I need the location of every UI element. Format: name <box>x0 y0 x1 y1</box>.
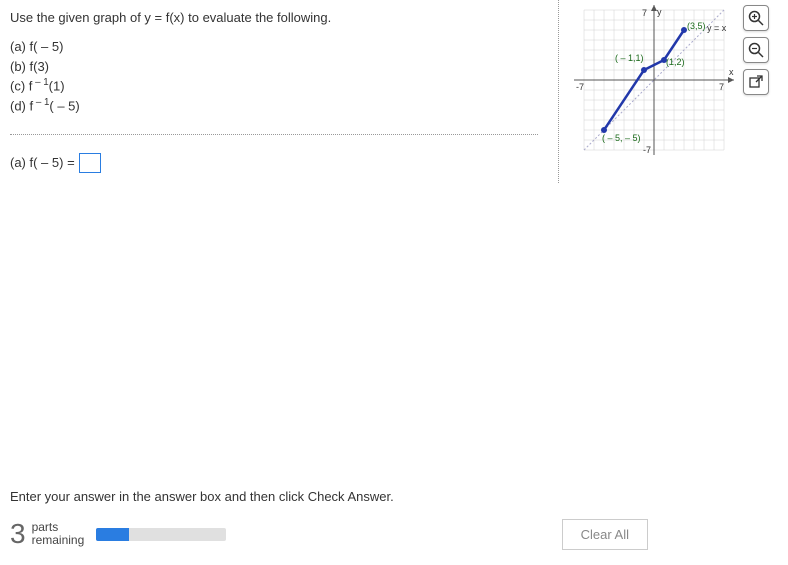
x-axis-label: x <box>729 67 734 77</box>
answer-label: (a) f( – 5) = <box>10 155 75 170</box>
point-neg1-1: ( – 1,1) <box>615 53 644 63</box>
graph-svg: y x 7 -7 7 -7 (3,5) (1,2) ( – 1,1) ( – 5… <box>569 5 739 155</box>
part-a: (a) f( – 5) <box>10 37 538 57</box>
zoom-out-icon <box>748 42 764 58</box>
popout-button[interactable] <box>743 69 769 95</box>
xmax-label: 7 <box>719 82 724 92</box>
question-panel: Use the given graph of y = f(x) to evalu… <box>0 0 558 183</box>
instruction-text: Use the given graph of y = f(x) to evalu… <box>10 10 538 25</box>
zoom-in-button[interactable] <box>743 5 769 31</box>
zoom-in-icon <box>748 10 764 26</box>
parts-list: (a) f( – 5) (b) f(3) (c) f – 1(1) (d) f … <box>10 37 538 116</box>
footer-hint: Enter your answer in the answer box and … <box>10 489 778 504</box>
progress-fill <box>96 528 129 541</box>
answer-row: (a) f( – 5) = <box>10 153 538 173</box>
ymin-label: -7 <box>643 145 651 155</box>
point-1-2: (1,2) <box>666 57 685 67</box>
divider <box>10 134 538 135</box>
part-d: (d) f – 1( – 5) <box>10 96 538 116</box>
popout-icon <box>748 74 764 90</box>
graph-tools <box>743 5 769 178</box>
xmin-label: -7 <box>576 82 584 92</box>
zoom-out-button[interactable] <box>743 37 769 63</box>
progress-bar <box>96 528 226 541</box>
graph: y x 7 -7 7 -7 (3,5) (1,2) ( – 1,1) ( – 5… <box>569 5 739 155</box>
ymax-label: 7 <box>642 8 647 18</box>
part-b: (b) f(3) <box>10 57 538 77</box>
footer: Enter your answer in the answer box and … <box>10 489 778 550</box>
eq-label: y = x <box>707 23 727 33</box>
point-neg5-neg5: ( – 5, – 5) <box>602 133 641 143</box>
parts-remaining-count: 3 <box>10 518 26 550</box>
clear-all-button[interactable]: Clear All <box>562 519 648 550</box>
part-c: (c) f – 1(1) <box>10 76 538 96</box>
graph-panel: y x 7 -7 7 -7 (3,5) (1,2) ( – 1,1) ( – 5… <box>558 0 788 183</box>
parts-remaining-label: parts remaining <box>32 521 85 547</box>
y-axis-label: y <box>657 7 662 17</box>
answer-input[interactable] <box>79 153 101 173</box>
point-3-5: (3,5) <box>687 21 706 31</box>
